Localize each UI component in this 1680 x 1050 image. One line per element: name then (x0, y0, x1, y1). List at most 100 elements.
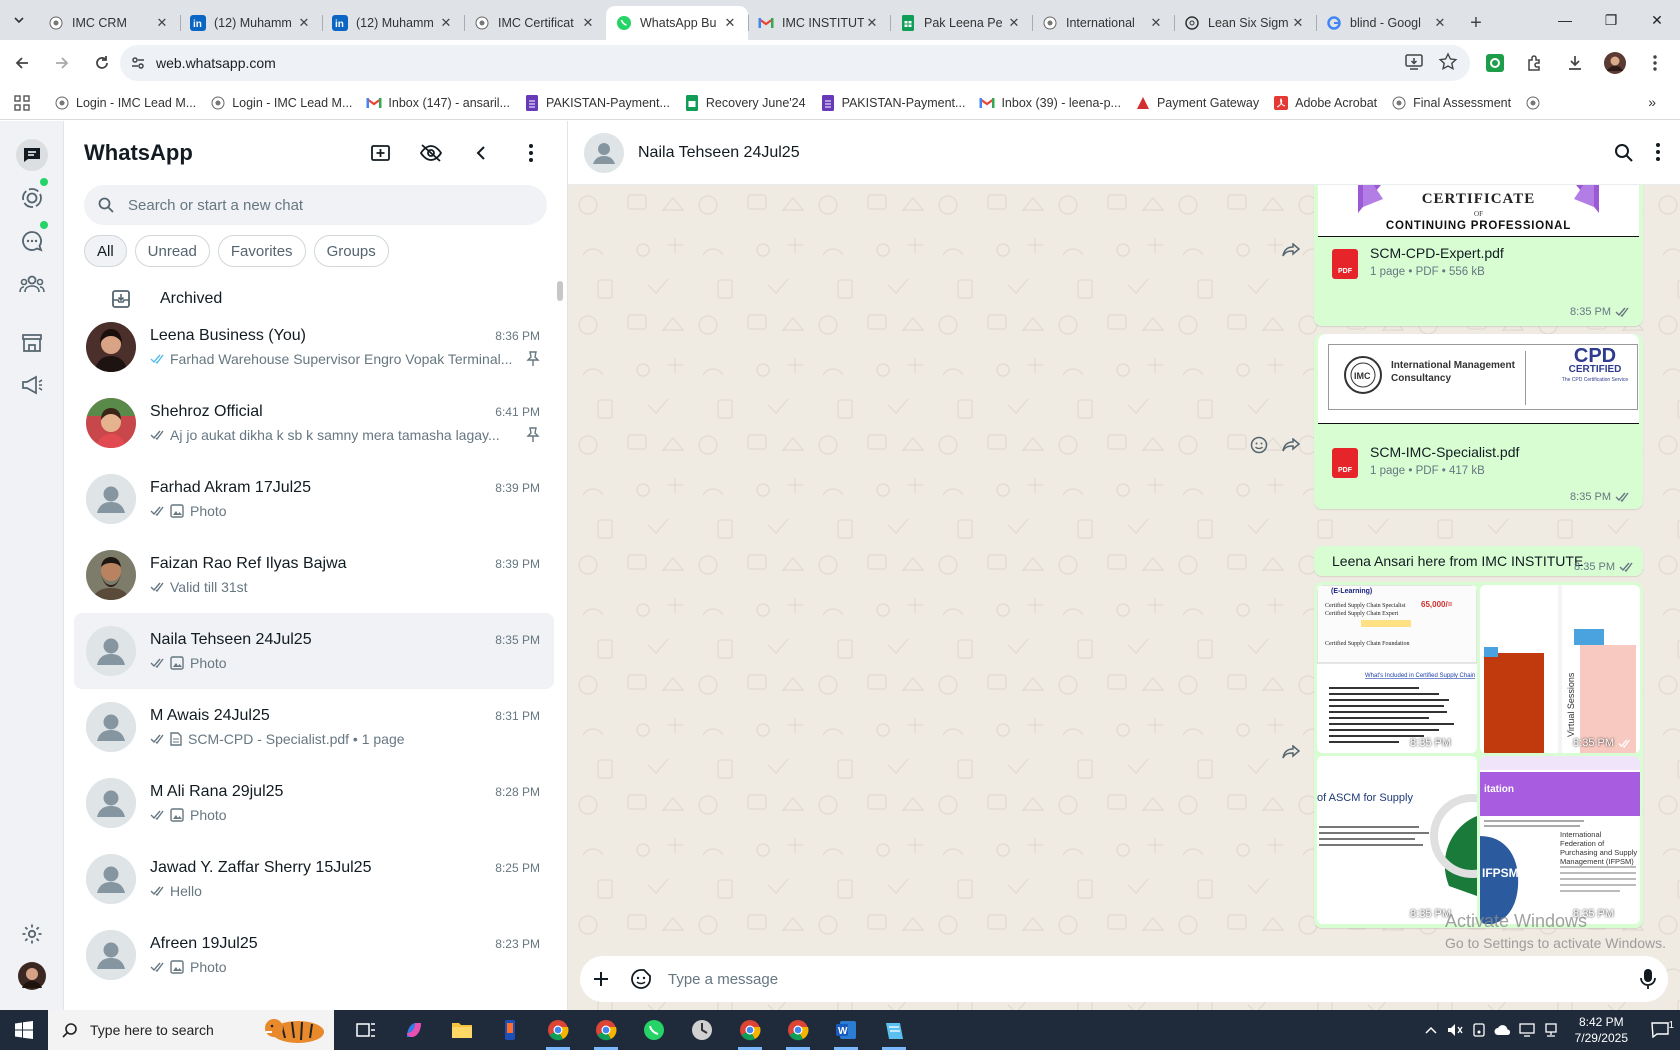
advertise-icon[interactable] (16, 369, 48, 401)
search-input[interactable] (128, 196, 508, 214)
back-button[interactable] (4, 45, 40, 81)
browser-tab[interactable]: in (12) Muhamm ✕ (180, 6, 322, 40)
chevron-up-icon[interactable] (1419, 1026, 1443, 1034)
bookmark-item[interactable]: PAKISTAN-Payment... (524, 94, 670, 111)
profile-photo[interactable] (16, 960, 48, 992)
chat-avatar[interactable] (86, 778, 136, 828)
album-image[interactable]: 65,000/= Certified Supply Chain Specialis… (1317, 585, 1477, 753)
chat-avatar[interactable] (86, 474, 136, 524)
chat-avatar[interactable] (86, 398, 136, 448)
filter-all[interactable]: All (84, 235, 127, 267)
download-icon[interactable] (1558, 46, 1592, 80)
clock-app-icon[interactable] (678, 1010, 726, 1050)
chat-avatar[interactable] (86, 322, 136, 372)
settings-gear-icon[interactable] (16, 918, 48, 950)
more-bookmarks-icon[interactable]: » (1648, 94, 1656, 110)
conversation-header[interactable]: Naila Tehseen 24Jul25 (568, 121, 1680, 185)
chat-search-box[interactable] (84, 185, 547, 225)
address-bar[interactable]: web.whatsapp.com (120, 45, 1470, 81)
chrome-taskbar-icon[interactable] (726, 1010, 774, 1050)
text-message[interactable]: Leena Ansari here from IMC INSTITUTE 8:3… (1314, 546, 1643, 576)
close-tab-icon[interactable]: ✕ (580, 15, 596, 31)
chat-avatar[interactable] (86, 854, 136, 904)
message-input[interactable] (668, 970, 1640, 988)
taskbar-search[interactable]: Type here to search (48, 1010, 334, 1050)
status-icon[interactable] (16, 182, 48, 214)
apps-grid-icon[interactable] (14, 94, 30, 111)
maximize-button[interactable]: ❐ (1588, 0, 1634, 40)
bookmark-item[interactable]: Payment Gateway (1135, 95, 1259, 111)
browser-tab[interactable]: in (12) Muhamm ✕ (322, 6, 464, 40)
close-tab-icon[interactable]: ✕ (864, 15, 880, 31)
bookmark-item[interactable]: Recovery June'24 (684, 94, 806, 111)
chat-list-scrollbar[interactable] (557, 281, 563, 301)
sticker-emoji-icon[interactable] (630, 968, 652, 990)
channels-icon[interactable] (16, 225, 48, 257)
filter-unread[interactable]: Unread (134, 235, 210, 267)
app-orange-icon[interactable] (486, 1010, 534, 1050)
word-taskbar-icon[interactable]: W (822, 1010, 870, 1050)
bookmark-item[interactable]: Login - IMC Lead M... (54, 95, 196, 111)
display-icon[interactable] (1515, 1023, 1539, 1037)
chrome-taskbar-icon[interactable] (582, 1010, 630, 1050)
chevron-left-icon[interactable] (465, 137, 497, 169)
pdf-preview-thumbnail[interactable]: IMC International Management Consultancy … (1318, 334, 1639, 424)
bookmark-item[interactable]: Login - IMC Lead M... (210, 95, 352, 111)
menu-kebab-icon[interactable] (1656, 142, 1660, 161)
reload-button[interactable] (84, 45, 120, 81)
bookmark-item[interactable]: Final Assessment (1391, 95, 1511, 111)
start-button[interactable] (0, 1010, 48, 1050)
chat-list-item[interactable]: Afreen 19Jul25 8:23 PM Photo (74, 917, 554, 993)
forward-button[interactable] (44, 45, 80, 81)
document-info[interactable]: PDF SCM-IMC-Specialist.pdf 1 page • PDF … (1332, 444, 1519, 478)
eye-off-icon[interactable] (415, 137, 447, 169)
bookmark-item[interactable] (1525, 95, 1547, 111)
attach-plus-icon[interactable] (592, 970, 610, 988)
browser-tab-active[interactable]: WhatsApp Bu ✕ (606, 6, 748, 40)
album-image[interactable]: Virtual Sessions 8:35 PM (1480, 585, 1640, 753)
file-explorer-icon[interactable] (438, 1010, 486, 1050)
whatsapp-taskbar-icon[interactable] (630, 1010, 678, 1050)
chat-list-item[interactable]: Farhad Akram 17Jul25 8:39 PM Photo (74, 461, 554, 537)
chat-avatar[interactable] (86, 702, 136, 752)
install-app-icon[interactable] (1404, 52, 1424, 72)
bookmark-item[interactable]: PAKISTAN-Payment... (820, 94, 965, 111)
chrome-menu-icon[interactable] (1638, 46, 1672, 80)
search-icon[interactable] (1614, 143, 1634, 163)
speaker-muted-icon[interactable] (1443, 1023, 1467, 1037)
browser-tab[interactable]: IMC Certificat ✕ (464, 6, 606, 40)
device-icon[interactable] (1467, 1023, 1491, 1037)
profile-avatar[interactable] (1598, 46, 1632, 80)
minimize-button[interactable]: — (1542, 0, 1588, 40)
copilot-icon[interactable] (390, 1010, 438, 1050)
chats-icon[interactable] (16, 139, 48, 171)
filter-favorites[interactable]: Favorites (217, 235, 306, 267)
bookmark-item[interactable]: Inbox (147) - ansaril... (366, 95, 510, 111)
browser-tab[interactable]: International ✕ (1032, 6, 1174, 40)
microphone-icon[interactable] (1640, 968, 1656, 990)
close-tab-icon[interactable]: ✕ (438, 15, 454, 31)
chat-list-item[interactable]: Jawad Y. Zaffar Sherry 15Jul25 8:25 PM Hel… (74, 841, 554, 917)
forward-icon[interactable] (1278, 739, 1304, 765)
extension-green-icon[interactable] (1478, 46, 1512, 80)
network-icon[interactable] (1539, 1023, 1563, 1037)
close-tab-icon[interactable]: ✕ (1432, 15, 1448, 31)
album-image[interactable]: itation IFPSM International Federation o… (1480, 756, 1640, 924)
notepad-taskbar-icon[interactable] (870, 1010, 918, 1050)
forward-icon[interactable] (1278, 432, 1304, 458)
forward-icon[interactable] (1278, 237, 1304, 263)
close-tab-icon[interactable]: ✕ (1006, 15, 1022, 31)
communities-icon[interactable] (16, 268, 48, 300)
extensions-puzzle-icon[interactable] (1518, 46, 1552, 80)
bookmark-item[interactable]: Adobe Acrobat (1273, 95, 1377, 111)
cloud-icon[interactable] (1491, 1024, 1515, 1036)
close-tab-icon[interactable]: ✕ (1290, 15, 1306, 31)
close-tab-icon[interactable]: ✕ (154, 15, 170, 31)
emoji-react-icon[interactable] (1246, 432, 1272, 458)
new-chat-icon[interactable] (365, 137, 397, 169)
bookmark-item[interactable]: Inbox (39) - leena-p... (979, 95, 1121, 111)
chrome-taskbar-icon[interactable] (534, 1010, 582, 1050)
browser-tab[interactable]: blind - Googl ✕ (1316, 6, 1458, 40)
image-album-message[interactable]: 65,000/= Certified Supply Chain Specialis… (1314, 582, 1643, 928)
browser-tab[interactable]: Lean Six Sigm ✕ (1174, 6, 1316, 40)
